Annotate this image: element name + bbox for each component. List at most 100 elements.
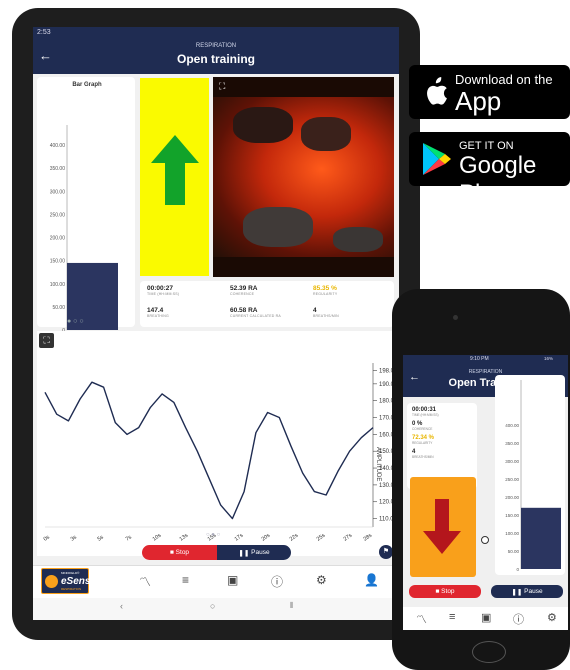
info-icon[interactable]: ⓘ [271,573,283,590]
fire-video [213,77,394,277]
chart-line-icon[interactable]: 〽 [139,573,151,590]
phone-stat: 72.34 % REGULARITY [412,435,476,445]
phone-bar-y-tick: 0 [516,567,519,572]
gear-icon[interactable]: ⚙ [547,611,557,624]
bar-graph-title: Bar Graph [72,82,102,88]
home-nav-icon[interactable]: ○ [210,601,215,611]
stat-cell: 00:00:27 TIME (HH:MM:SS) [147,285,230,307]
apple-logo-icon [427,77,447,105]
google-line1: GET IT ON [459,140,514,152]
back-nav-icon[interactable]: ‹ [120,601,123,611]
phone-battery: 16% [544,356,554,361]
stat-value: 85.35 % [313,285,337,292]
bar-graph: Bar Graph 400.00 350.00 300.00 250.00 200.00 1… [45,78,129,334]
phone-stat-label: BREATHS/MIN [412,455,434,459]
pause-label: Pause [251,549,270,556]
stat-cell: 147.4 BREATHING [147,307,230,329]
bar-y-tick: 300.00 [50,189,66,195]
recents-nav-icon[interactable]: ⦀ [290,601,294,611]
phone-pause-label: Pause [524,588,543,595]
y-tick-label: 198.0 [379,368,393,374]
x-tick-label: 10s [152,532,163,542]
x-tick-label: 0s [43,534,51,542]
phone-bar-y-tick: 200.00 [505,495,519,500]
stat-value: 147.4 [147,307,164,314]
phone-stop-button[interactable]: ■ Stop [409,585,481,598]
stop-label: Stop [175,549,190,556]
y-tick-label: 110.0 [379,517,393,523]
phone-home-button[interactable] [472,641,506,663]
phone-pause-button[interactable]: ❚❚ Pause [491,585,563,598]
x-tick-label: 17s [234,532,245,542]
fullscreen-icon[interactable]: ⛶ [219,81,225,92]
app-header: 2:53 ← RESPIRATION Open training [33,27,399,74]
phone-stat-label: TIME (HH:MM:SS) [412,413,439,417]
amplitude-line [44,381,374,520]
tablet-screen: 2:53 ← RESPIRATION Open training Bar Gra… [33,27,399,620]
stat-cell: 52.39 RA COHERENCE [230,285,313,307]
phone-bar-graph: 400.00 350.00 300.00 250.00 200.00 150.00 100.… [505,380,561,572]
stat-value: 60.58 RA [230,307,258,314]
y-tick-label: 160.0 [379,432,393,438]
page-dots: ○ ● ○ [206,532,221,538]
stat-cell: 4 BREATHS/MIN [313,307,393,329]
playlist-icon[interactable]: ≡ [182,573,189,587]
y-axis-label: AMPLITUDE [375,447,381,481]
y-tick-label: 170.0 [379,416,393,422]
phone-bar-y-tick: 150.00 [505,513,519,518]
logo-sub-text: RESPIRATION [61,587,82,591]
user-icon[interactable]: 👤 [364,573,379,587]
apple-line1: Download on the [455,72,553,87]
phone-stat-label: COHERENCE [412,427,433,431]
stat-cell: 60.58 RA CURRENT CALCULATED RA [230,307,313,329]
playlist-icon[interactable]: ≡ [449,611,455,623]
stat-cell: 85.35 % REGULARITY [313,285,393,307]
down-arrow-icon [423,499,461,554]
up-arrow-icon [151,135,199,205]
phone-bar-y-tick: 100.00 [505,531,519,536]
status-time: 2:53 [37,29,51,36]
y-tick-label: 180.0 [379,399,393,405]
camera-icon [453,315,458,320]
stat-label: BREATHING [147,314,169,318]
bar-y-tick: 150.00 [50,259,66,265]
phone-bar-y-tick: 300.00 [505,459,519,464]
phone-stat: 00:00:31 TIME (HH:MM:SS) [412,407,476,417]
chart-line-icon[interactable]: 〽 [416,611,427,627]
info-icon[interactable]: ⓘ [513,611,524,627]
flag-icon[interactable]: ⚑ [379,545,393,559]
pause-button[interactable]: ❚❚ Pause [217,545,291,560]
app-store-badge[interactable]: Download on the App Store [409,65,570,147]
phone-status-time: 9:10 PM [470,356,489,362]
stat-value: 4 [313,307,317,314]
phone-bar-y-tick: 250.00 [505,477,519,482]
phone-stop-label: Stop [441,588,455,595]
phone-bar-y-tick: 50.00 [508,549,520,554]
google-play-badge[interactable]: GET IT ON Google Play [409,132,570,207]
phone-stat-label: REGULARITY [412,441,433,445]
stat-label: CURRENT CALCULATED RA [230,314,281,318]
bar-y-tick: 200.00 [50,236,66,242]
y-tick-label: 120.0 [379,500,393,506]
bar-y-tick: 350.00 [50,166,66,172]
google-line2: Google Play [459,152,537,207]
google-play-icon [423,143,451,175]
logo-top-text: MINDFIELD® [61,571,80,575]
stats-grid: 00:00:27 TIME (HH:MM:SS) 52.39 RA COHERENCE… [147,285,395,329]
stat-value: 52.39 RA [230,285,258,292]
phone-bar-y-tick: 350.00 [505,441,519,446]
phone-stats-list: 00:00:31 TIME (HH:MM:SS) 0 % COHERENCE 72.34… [412,407,476,463]
stat-label: BREATHS/MIN [313,314,339,318]
y-tick-label: 130.0 [379,483,393,489]
gear-icon[interactable]: ⚙ [316,573,327,587]
x-tick-label: 20s [261,532,272,542]
bar-y-tick: 400.00 [50,143,66,149]
toggle-dot[interactable] [481,536,489,544]
archive-icon[interactable]: ▣ [227,573,238,587]
stat-label: COHERENCE [230,292,255,296]
logo-brand-text: eSense [61,576,97,587]
x-tick-label: 25s [316,532,327,542]
archive-icon[interactable]: ▣ [481,611,491,624]
stat-label: REGULARITY [313,292,338,296]
stop-button[interactable]: ■ Stop [142,545,217,560]
